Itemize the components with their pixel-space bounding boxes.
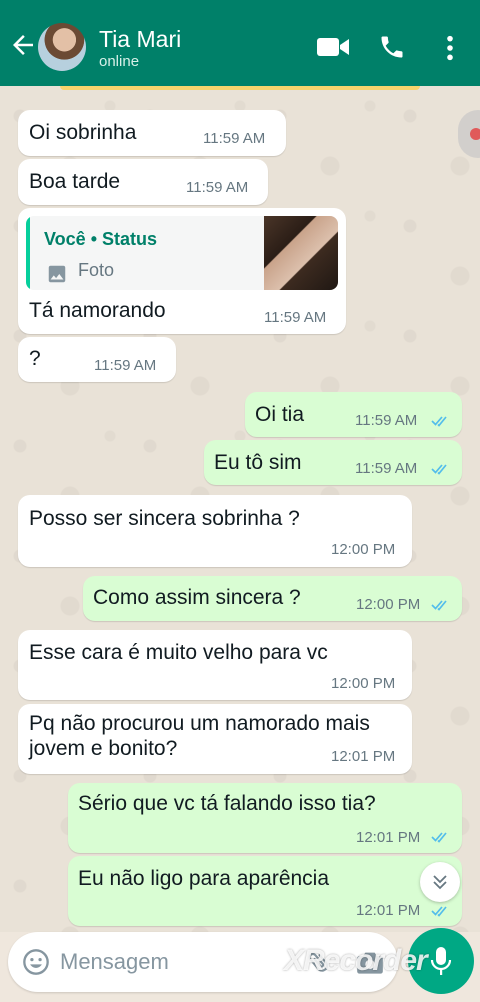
- message-time: 12:00 PM: [331, 675, 396, 692]
- avatar[interactable]: [38, 23, 86, 71]
- record-dot-icon: [470, 128, 480, 140]
- message-outgoing[interactable]: Eu não ligo para aparência 12:01 PM: [68, 856, 462, 926]
- message-outgoing[interactable]: Eu tô sim 11:59 AM: [204, 440, 462, 485]
- message-time: 12:01 PM: [331, 748, 396, 765]
- read-ticks-icon: [431, 832, 447, 843]
- message-text: Oi tia: [255, 403, 305, 426]
- message-text: Eu tô sim: [214, 451, 302, 474]
- video-call-icon[interactable]: [316, 34, 350, 60]
- mic-icon: [430, 947, 452, 975]
- message-incoming[interactable]: Esse cara é muito velho para vc 12:00 PM: [18, 630, 412, 700]
- quote-author: Você • Status: [44, 229, 158, 249]
- quoted-status[interactable]: Você • Status Foto: [26, 216, 338, 290]
- message-outgoing[interactable]: Sério que vc tá falando isso tia? 12:01 …: [68, 783, 462, 853]
- message-text: Posso ser sincera sobrinha ?: [29, 507, 300, 530]
- message-text: Boa tarde: [29, 170, 121, 193]
- read-ticks-icon: [431, 600, 447, 611]
- screen-recorder-watermark: XRecorder: [284, 944, 428, 977]
- message-text: Eu não ligo para aparência: [78, 867, 330, 890]
- quote-type: Foto: [78, 260, 115, 280]
- message-time: 12:01 PM: [356, 902, 421, 919]
- double-chevron-down-icon: [433, 875, 447, 890]
- status-photo-thumbnail: [264, 216, 338, 290]
- photo-icon: [48, 265, 66, 283]
- message-time: 12:00 PM: [331, 541, 396, 558]
- message-text: Como assim sincera ?: [93, 586, 301, 609]
- message-text: Pq não procurou um namorado mais jovem e…: [29, 712, 370, 760]
- message-incoming[interactable]: Oi sobrinha 11:59 AM: [18, 110, 286, 156]
- contact-status: online: [99, 53, 140, 70]
- message-time: 11:59 AM: [186, 179, 249, 196]
- previous-message-edge: [60, 86, 420, 90]
- message-incoming[interactable]: Posso ser sincera sobrinha ? 12:00 PM: [18, 495, 412, 567]
- message-incoming[interactable]: Pq não procurou um namorado mais jovem e…: [18, 704, 412, 774]
- chat-area[interactable]: Oi sobrinha 11:59 AM Boa tarde 11:59 AM …: [0, 86, 480, 932]
- message-text: Oi sobrinha: [29, 121, 137, 144]
- message-time: 12:01 PM: [356, 829, 421, 846]
- message-text: Sério que vc tá falando isso tia?: [78, 792, 376, 815]
- message-time: 11:59 AM: [203, 130, 266, 147]
- read-ticks-icon: [431, 906, 447, 917]
- message-time: 12:00 PM: [356, 596, 421, 613]
- message-time: 11:59 AM: [355, 460, 418, 477]
- message-outgoing[interactable]: Oi tia 11:59 AM: [245, 392, 462, 437]
- message-incoming-with-quote[interactable]: Você • Status Foto Tá namorando 11:59 AM: [18, 208, 346, 334]
- message-incoming[interactable]: Boa tarde 11:59 AM: [18, 159, 268, 205]
- message-time: 11:59 AM: [94, 357, 157, 374]
- back-arrow-icon[interactable]: [8, 30, 38, 60]
- contact-name[interactable]: Tia Mari: [99, 26, 181, 53]
- read-ticks-icon: [431, 464, 447, 475]
- message-text: Tá namorando: [29, 299, 166, 322]
- message-text: Esse cara é muito velho para vc: [29, 641, 328, 664]
- scroll-to-bottom-button[interactable]: [420, 862, 460, 902]
- message-input[interactable]: [58, 946, 262, 978]
- message-time: 11:59 AM: [355, 412, 418, 429]
- more-vert-icon[interactable]: [440, 34, 460, 62]
- message-outgoing[interactable]: Como assim sincera ? 12:00 PM: [83, 576, 462, 621]
- quote-accent-bar: [26, 216, 30, 290]
- message-text: ?: [29, 347, 41, 370]
- read-ticks-icon: [431, 416, 447, 427]
- message-time: 11:59 AM: [264, 309, 327, 326]
- emoji-icon[interactable]: [22, 948, 50, 976]
- phone-icon[interactable]: [378, 33, 406, 61]
- chat-header: Tia Mari online: [0, 0, 480, 86]
- message-incoming[interactable]: ? 11:59 AM: [18, 337, 176, 382]
